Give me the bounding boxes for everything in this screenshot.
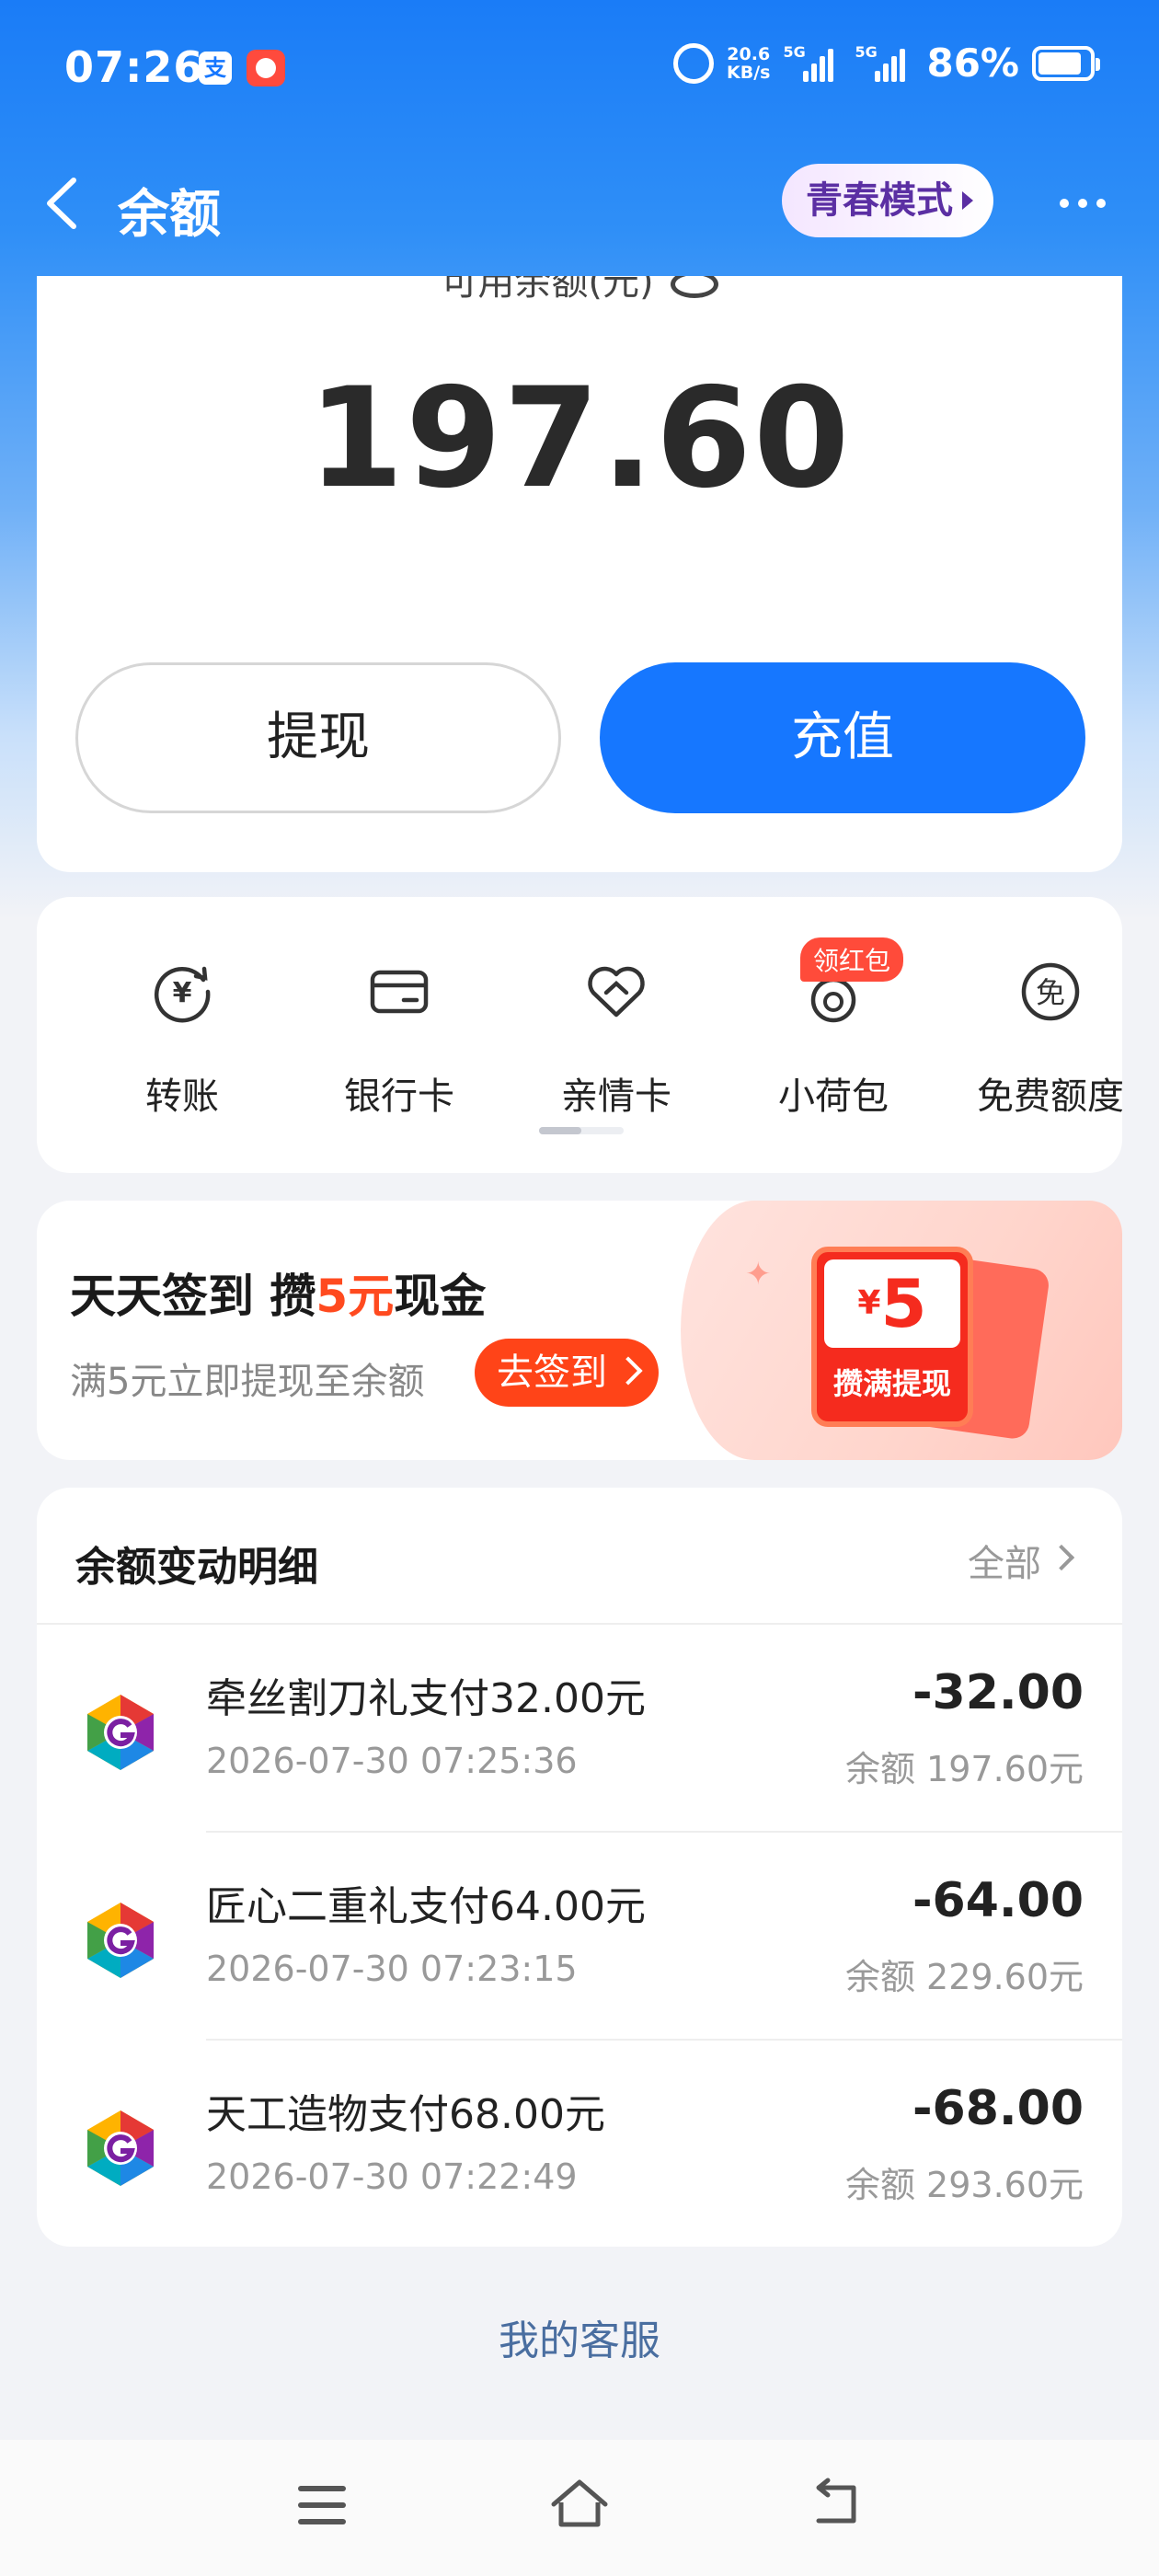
- quick-action-label: 小荷包: [778, 1075, 889, 1118]
- status-right-group: 20.6 KB/s 5G 5G 86%: [673, 40, 1100, 86]
- promo-subtitle: 满5元立即提现至余额: [70, 1361, 425, 1403]
- quick-action-free-quota[interactable]: 免 免费额度: [949, 960, 1122, 1120]
- details-title: 余额变动明细: [75, 1544, 318, 1591]
- eye-icon[interactable]: [670, 276, 718, 298]
- system-back-icon[interactable]: [809, 2477, 865, 2532]
- transaction-title: 天工造物支付68.00元: [206, 2091, 605, 2138]
- merchant-logo-icon: [87, 1695, 154, 1770]
- balance-details-card: 余额变动明细 全部 牵丝割刀礼支付32.00元 2026-07-30 07:25…: [37, 1488, 1122, 2247]
- svg-text:免: 免: [1036, 975, 1065, 1010]
- customer-service-link[interactable]: 我的客服: [0, 2307, 1159, 2366]
- more-menu-icon[interactable]: [1060, 199, 1106, 208]
- quick-action-transfer[interactable]: ¥ 转账: [81, 960, 283, 1120]
- network-speed-unit: KB/s: [727, 62, 771, 83]
- promo-title-suffix: 现金: [394, 1270, 487, 1323]
- coupon-value: 5: [880, 1265, 927, 1342]
- svg-text:¥: ¥: [173, 977, 192, 1009]
- transaction-amount: -64.00: [912, 1873, 1084, 1928]
- balance-label-row: 可用余额(元): [37, 276, 1122, 305]
- transaction-balance: 余额 197.60元: [844, 1749, 1084, 1789]
- scroll-indicator: [539, 1127, 624, 1134]
- transaction-title: 匠心二重礼支付64.00元: [206, 1883, 646, 1930]
- promo-title: 天天签到 攒5元现金: [70, 1259, 486, 1326]
- network-speed: 20.6 KB/s: [727, 45, 770, 82]
- status-bar: 07:26 支 20.6 KB/s 5G 5G 86%: [0, 0, 1159, 138]
- recharge-button[interactable]: 充值: [600, 662, 1085, 813]
- transaction-balance: 余额 229.60元: [844, 1957, 1084, 1997]
- coupon-text: 攒满提现: [832, 1366, 951, 1401]
- battery-icon: [1032, 45, 1100, 81]
- transaction-time: 2026-07-30 07:23:15: [206, 1949, 578, 1989]
- nav-bar: 余额 青春模式: [0, 147, 1159, 258]
- transaction-row[interactable]: 匠心二重礼支付64.00元 2026-07-30 07:23:15 -64.00…: [37, 1833, 1122, 2041]
- system-nav-bar: [0, 2440, 1159, 2576]
- balance-card: 可用余额(元) 197.60 提现 充值: [37, 276, 1122, 872]
- status-time: 07:26: [64, 42, 204, 92]
- transfer-icon: ¥: [154, 966, 211, 1023]
- transaction-time: 2026-07-30 07:25:36: [206, 1741, 578, 1781]
- transaction-amount: -32.00: [912, 1665, 1084, 1720]
- alarm-icon: [673, 42, 714, 84]
- checkin-promo-card[interactable]: ✦ ✦ ¥5 攒满提现 天天签到 攒5元现金 满5元立即提现至余额 去签到: [37, 1201, 1122, 1460]
- signal-icon-2: 5G: [855, 42, 913, 82]
- merchant-logo-icon: [87, 2110, 154, 2186]
- quick-action-label: 亲情卡: [561, 1075, 671, 1118]
- transaction-title: 牵丝割刀礼支付32.00元: [206, 1675, 646, 1722]
- menu-icon[interactable]: [298, 2486, 346, 2524]
- quick-actions-card: ¥ 转账 银行卡 亲情卡 小荷包 免 免费额度 领红包: [37, 897, 1122, 1173]
- transaction-row[interactable]: 牵丝割刀礼支付32.00元 2026-07-30 07:25:36 -32.00…: [37, 1625, 1122, 1833]
- red-packet-badge[interactable]: 领红包: [800, 937, 904, 982]
- signal-1-label: 5G: [783, 42, 806, 61]
- youth-mode-button[interactable]: 青春模式: [782, 164, 993, 237]
- coupon-currency: ¥: [857, 1284, 881, 1322]
- family-card-icon: [588, 966, 645, 1018]
- transaction-amount: -68.00: [912, 2081, 1084, 2136]
- promo-title-prefix: 天天签到 攒: [70, 1270, 316, 1323]
- alipay-notification-icon: 支: [199, 52, 232, 85]
- sparkle-icon: ✦: [745, 1256, 772, 1293]
- coupon-illustration: ¥5 攒满提现: [811, 1247, 973, 1427]
- quick-action-bank-card[interactable]: 银行卡: [298, 960, 500, 1120]
- network-speed-value: 20.6: [727, 43, 771, 64]
- quick-action-label: 免费额度: [977, 1075, 1122, 1118]
- view-all-link[interactable]: 全部: [968, 1534, 1074, 1587]
- balance-amount: 197.60: [307, 359, 852, 519]
- bank-card-icon: [370, 970, 429, 1014]
- back-icon[interactable]: [37, 171, 101, 236]
- promo-title-highlight: 5元: [316, 1270, 395, 1323]
- signal-2-label: 5G: [855, 42, 878, 61]
- home-icon[interactable]: [548, 2473, 611, 2536]
- transaction-row[interactable]: 天工造物支付68.00元 2026-07-30 07:22:49 -68.00 …: [37, 2041, 1122, 2247]
- quick-action-family-card[interactable]: 亲情卡: [515, 960, 717, 1120]
- quick-action-pouch[interactable]: 小荷包: [732, 960, 935, 1120]
- app-notification-icon: [247, 50, 285, 86]
- signal-icon-1: 5G: [783, 42, 842, 82]
- page-title: 余额: [118, 185, 221, 245]
- withdraw-button[interactable]: 提现: [75, 662, 561, 813]
- quick-action-label: 银行卡: [344, 1075, 454, 1118]
- battery-percent: 86%: [926, 40, 1019, 86]
- free-quota-icon: 免: [1021, 962, 1080, 1021]
- transaction-time: 2026-07-30 07:22:49: [206, 2156, 578, 2197]
- transaction-balance: 余额 293.60元: [844, 2165, 1084, 2205]
- checkin-button[interactable]: 去签到: [475, 1339, 659, 1407]
- balance-label: 可用余额(元): [441, 276, 654, 304]
- merchant-logo-icon: [87, 1903, 154, 1978]
- quick-action-label: 转账: [145, 1075, 219, 1118]
